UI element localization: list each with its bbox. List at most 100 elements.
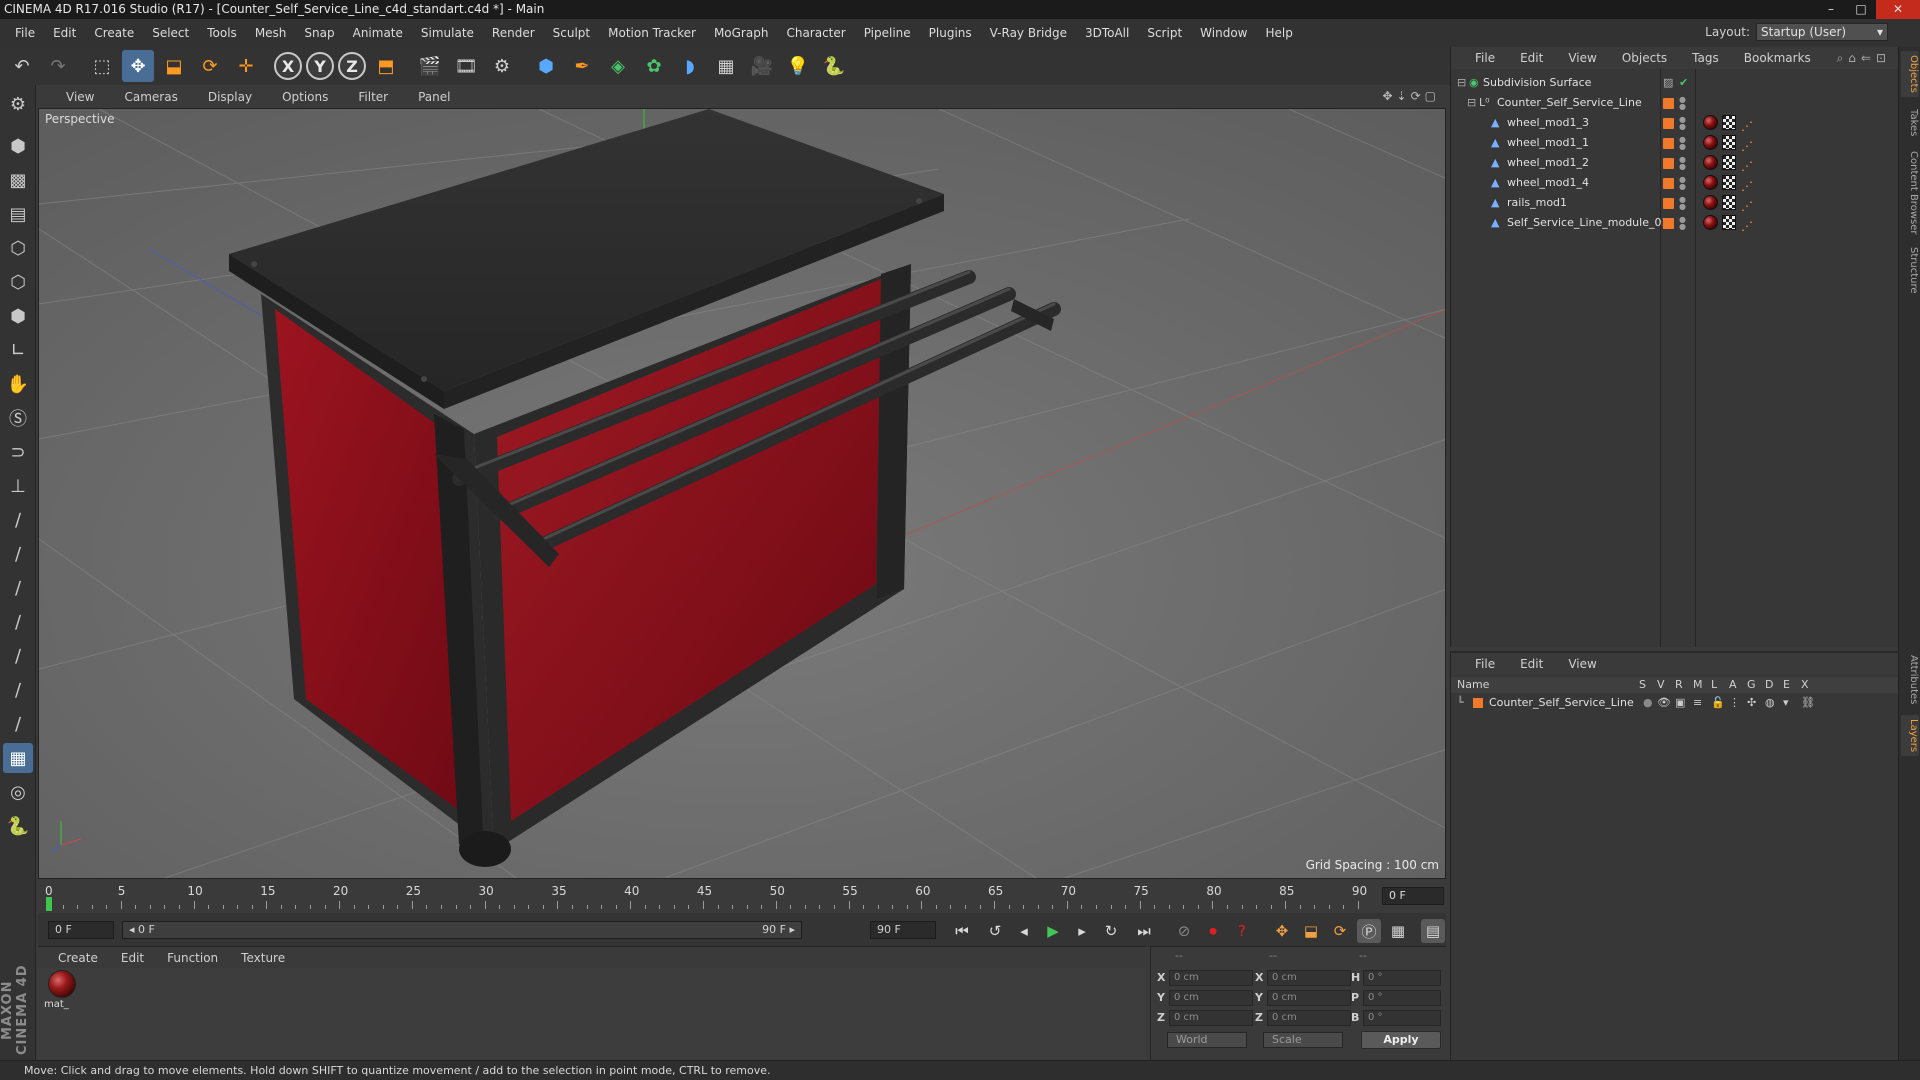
layer-col-name[interactable]: Name [1457,677,1489,693]
viewport-menu-display[interactable]: Display [190,90,264,104]
live-selection-icon[interactable]: ⬚ [86,50,118,82]
visibility-dots-icon[interactable]: ● ● [1679,96,1686,111]
material-menu-function[interactable]: Function [153,951,227,965]
key-param-icon[interactable]: Ⓟ [1357,919,1381,943]
visibility-dots-icon[interactable]: ● ● [1679,136,1686,151]
object-row-wheel3[interactable]: ▲ wheel_mod1_3 ● ● ⋰ [1451,113,1899,133]
tab-content-browser[interactable]: Content Browser [1901,147,1919,238]
layer-color-swatch[interactable] [1663,198,1674,209]
start-frame-field[interactable]: 0 F [48,921,114,939]
model-mode-icon[interactable]: ⬢ [3,131,33,161]
menu-character[interactable]: Character [777,26,854,40]
menu-render[interactable]: Render [483,26,544,40]
material-tag-icon[interactable] [1703,155,1718,170]
coord-pos-x-field[interactable]: 0 cm [1169,970,1253,986]
redo-icon[interactable]: ↷ [42,50,74,82]
uvw-tag-icon[interactable] [1722,195,1736,210]
tab-structure[interactable]: Structure [1901,243,1919,298]
object-row-wheel4[interactable]: ▲ wheel_mod1_4 ● ● ⋰ [1451,173,1899,193]
layer-col-locked[interactable]: L [1711,677,1717,693]
key-move-icon[interactable]: ✥ [1270,919,1294,943]
material-tag-icon[interactable] [1703,135,1718,150]
viewport-menu-view[interactable]: View [48,90,106,104]
material-tag-icon[interactable] [1703,215,1718,230]
layer-menu-view[interactable]: View [1552,657,1605,671]
timeline-ruler[interactable]: 0 5 10 15 20 25 30 35 40 45 50 55 60 65 70 75 80 85 90 0 F [38,881,1446,913]
coord-size-y-field[interactable]: 0 cm [1267,990,1351,1006]
texture-mode-icon[interactable]: ▩ [3,165,33,195]
move-icon[interactable]: ✥ [122,50,154,82]
render-settings-icon[interactable]: ⚙ [486,50,518,82]
menu-plugins[interactable]: Plugins [920,26,981,40]
tab-objects[interactable]: Objects [1901,51,1919,97]
uvw-tag-icon[interactable] [1722,215,1736,230]
grid-lock-icon[interactable]: ▦ [3,743,33,773]
record-keys-icon[interactable]: ⊘ [1172,919,1196,943]
layer-col-generators[interactable]: G [1747,677,1756,693]
coordinate-system-icon[interactable]: ⬒ [370,50,402,82]
close-button[interactable]: ✕ [1876,0,1920,19]
tab-attributes[interactable]: Attributes [1901,651,1919,708]
x-axis-icon[interactable]: X [274,52,302,80]
z-axis-icon[interactable]: Z [338,52,366,80]
layer-col-animation[interactable]: A [1729,677,1737,693]
menu-tools[interactable]: Tools [198,26,246,40]
menu-sculpt[interactable]: Sculpt [544,26,599,40]
menu-simulate[interactable]: Simulate [412,26,483,40]
menu-edit[interactable]: Edit [44,26,85,40]
menu-motion-tracker[interactable]: Motion Tracker [599,26,705,40]
object-row-rails[interactable]: ▲ rails_mod1 ● ● ⋰ [1451,193,1899,213]
uvw-tag-icon[interactable] [1722,135,1736,150]
menu-select[interactable]: Select [143,26,198,40]
python-icon[interactable]: 🐍 [818,50,850,82]
sculpt-pull-icon[interactable]: ∕ [3,539,33,569]
object-menu-objects[interactable]: Objects [1606,51,1676,65]
render-view-icon[interactable]: 🎬 [414,50,446,82]
workplane-icon[interactable]: ▤ [3,199,33,229]
object-menu-file[interactable]: File [1459,51,1504,65]
sculpt-flatten-icon[interactable]: ∕ [3,607,33,637]
menu-mograph[interactable]: MoGraph [705,26,778,40]
end-frame-field[interactable]: 90 F [870,921,936,939]
layer-expressions-icon[interactable]: ▾ [1783,693,1789,713]
maximize-button[interactable]: □ [1846,0,1876,19]
menu-snap[interactable]: Snap [295,26,343,40]
menu-mesh[interactable]: Mesh [246,26,296,40]
key-scale-icon[interactable]: ⬓ [1299,919,1323,943]
frame-range-slider[interactable]: ◂ 0 F 90 F ▸ [122,921,802,939]
move-plus-icon[interactable]: ✛ [230,50,262,82]
viewport-menu-options[interactable]: Options [264,90,340,104]
layer-solo-icon[interactable]: ● [1643,693,1653,713]
mograph-cloner-icon[interactable]: ✿ [638,50,670,82]
sculpt-smooth-icon[interactable]: ∕ [3,573,33,603]
visibility-dots-icon[interactable]: ● ● [1679,196,1686,211]
layer-color-swatch[interactable] [1663,98,1674,109]
object-menu-edit[interactable]: Edit [1504,51,1552,65]
undo-icon[interactable]: ↶ [6,50,38,82]
next-frame-icon[interactable]: ▸ [1070,919,1094,943]
layer-view-icon[interactable]: 👁 [1657,693,1671,713]
apply-button[interactable]: Apply [1361,1031,1441,1049]
collapse-icon[interactable]: ⊟ [1467,97,1479,109]
current-frame-field[interactable]: 0 F [1382,887,1444,905]
collapse-icon[interactable]: ⊟ [1457,77,1469,89]
menu-pipeline[interactable]: Pipeline [855,26,920,40]
uvw-tag-icon[interactable] [1722,155,1736,170]
material-menu-texture[interactable]: Texture [227,951,294,965]
viewport-menu-filter[interactable]: Filter [340,90,400,104]
layer-col-deformers[interactable]: D [1765,677,1773,693]
menu-animate[interactable]: Animate [344,26,412,40]
visibility-dots-icon[interactable]: ● ● [1679,116,1686,131]
layer-color-swatch[interactable] [1663,218,1674,229]
key-help-icon[interactable]: ? [1230,919,1254,943]
object-menu-bookmarks[interactable]: Bookmarks [1728,51,1820,65]
material-menu-edit[interactable]: Edit [107,951,153,965]
layer-menu-edit[interactable]: Edit [1504,657,1552,671]
points-mode-icon[interactable]: ⬡ [3,233,33,263]
rotate-icon[interactable]: ⟳ [194,50,226,82]
subdivision-icon[interactable]: ◈ [602,50,634,82]
workplane-axis-icon[interactable]: ⊥ [3,471,33,501]
snap-icon[interactable]: Ⓢ [3,403,33,433]
object-row-module[interactable]: ▲ Self_Service_Line_module_01 ● ● ⋰ [1451,213,1899,233]
python-script-icon[interactable]: 🐍 [3,811,33,841]
